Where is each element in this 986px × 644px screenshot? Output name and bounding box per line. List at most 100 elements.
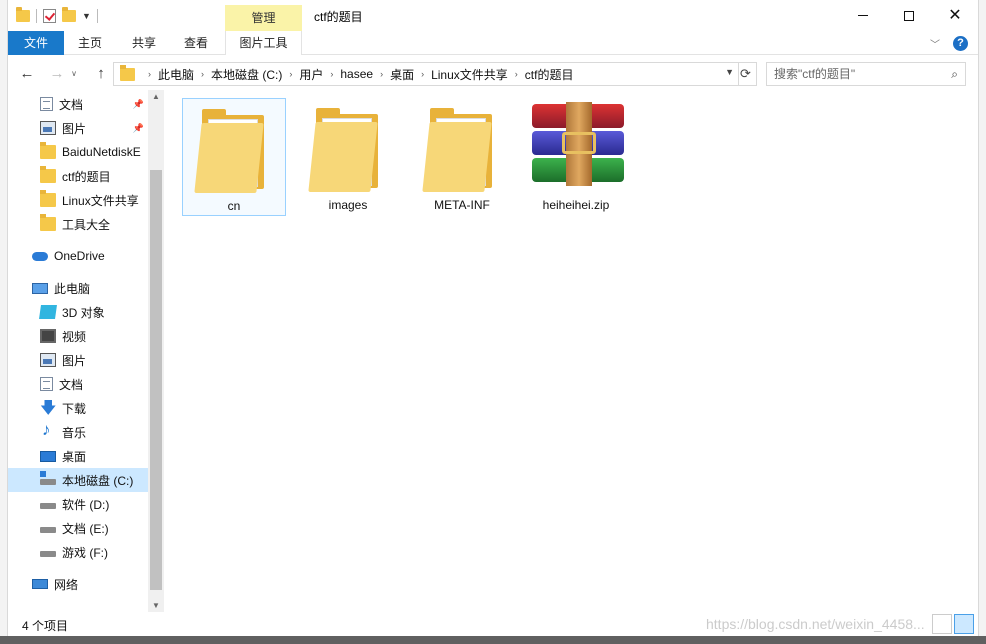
drive-c-icon: [40, 471, 56, 485]
search-input[interactable]: 搜索"ctf的题目" ⌕: [766, 62, 966, 86]
up-button[interactable]: ↑: [90, 64, 112, 84]
desktop-icon: [40, 450, 56, 462]
breadcrumb-item[interactable]: 此电脑: [158, 66, 194, 83]
file-item-images[interactable]: images: [296, 98, 400, 216]
address-bar[interactable]: › 此电脑 › 本地磁盘 (C:) › 用户 › hasee › 桌面 › Li…: [113, 62, 739, 86]
customize-toolbar-icon[interactable]: ▼: [82, 11, 91, 21]
chevron-down-icon[interactable]: ▼: [725, 67, 734, 77]
music-icon: [40, 420, 56, 440]
folder-thumbnail-icon: [194, 105, 274, 195]
chevron-right-icon[interactable]: ›: [148, 69, 151, 79]
sidebar-item-tools[interactable]: 工具大全: [8, 212, 148, 236]
navigation-scrollbar[interactable]: ▲ ▼: [148, 90, 164, 612]
folder-icon: [40, 166, 56, 183]
file-list[interactable]: cn images META-INF heiheihei.zip: [164, 90, 978, 612]
network-icon: [32, 579, 48, 589]
maximize-button[interactable]: [886, 0, 932, 31]
sidebar-item-pictures[interactable]: 图片 📌: [8, 116, 148, 140]
sidebar-item-label: 视频: [62, 329, 87, 344]
explorer-window: ▼ 管理 ctf的题目 ✕ 文件 主页 共享 查看 图片工具 ﹀ ? ← → ∨…: [8, 0, 978, 644]
picture-icon: [40, 121, 56, 135]
breadcrumb-item[interactable]: Linux文件共享: [431, 66, 508, 83]
scroll-down-icon[interactable]: ▼: [152, 601, 160, 610]
sidebar-item-label: OneDrive: [54, 249, 105, 263]
video-icon: [40, 329, 56, 343]
pin-icon[interactable]: 📌: [133, 123, 144, 134]
sidebar-item-music[interactable]: 音乐: [8, 420, 148, 444]
file-item-meta-inf[interactable]: META-INF: [410, 98, 514, 216]
sidebar-item-desktop[interactable]: 桌面: [8, 444, 148, 468]
folder-icon[interactable]: [16, 7, 30, 22]
sidebar-item-drive-d[interactable]: 软件 (D:): [8, 492, 148, 516]
recent-locations-icon[interactable]: ∨: [68, 64, 80, 84]
minimize-icon: [858, 15, 868, 16]
back-button[interactable]: ←: [16, 64, 38, 84]
breadcrumb-item[interactable]: hasee: [340, 67, 373, 81]
sidebar-item-label: 桌面: [62, 449, 87, 464]
sidebar-item-label: 下载: [62, 401, 87, 416]
sidebar-item-3d-objects[interactable]: 3D 对象: [8, 300, 148, 324]
file-item-heiheihei-zip[interactable]: heiheihei.zip: [524, 98, 628, 216]
tab-view[interactable]: 查看: [172, 31, 220, 55]
forward-button[interactable]: →: [46, 64, 68, 84]
sidebar-item-pc-documents[interactable]: 文档: [8, 372, 148, 396]
sidebar-item-videos[interactable]: 视频: [8, 324, 148, 348]
pin-icon[interactable]: 📌: [133, 99, 144, 110]
sidebar-item-downloads[interactable]: 下载: [8, 396, 148, 424]
sidebar-item-label: BaiduNetdiskE: [62, 145, 141, 159]
sidebar-item-pc-pictures[interactable]: 图片: [8, 348, 148, 372]
chevron-right-icon[interactable]: ›: [515, 69, 518, 79]
sidebar-item-baidunetdisk[interactable]: BaiduNetdiskE: [8, 140, 148, 164]
maximize-icon: [904, 10, 914, 21]
properties-icon[interactable]: [43, 9, 56, 23]
breadcrumb-item[interactable]: 本地磁盘 (C:): [211, 66, 282, 83]
sidebar-item-label: 网络: [54, 577, 79, 592]
scrollbar-thumb[interactable]: [150, 170, 162, 590]
tab-home[interactable]: 主页: [66, 31, 114, 55]
ribbon: 文件 主页 共享 查看 图片工具 ﹀ ?: [8, 31, 978, 55]
sidebar-item-drive-e[interactable]: 文档 (E:): [8, 516, 148, 540]
scroll-up-icon[interactable]: ▲: [152, 92, 160, 101]
sidebar-item-label: 软件 (D:): [62, 497, 110, 512]
expand-ribbon-icon[interactable]: ﹀: [930, 36, 940, 51]
document-icon: [40, 97, 53, 111]
sidebar-item-label: 文档: [59, 377, 84, 392]
help-icon[interactable]: ?: [953, 36, 968, 51]
sidebar-item-documents[interactable]: 文档 📌: [8, 92, 148, 116]
chevron-right-icon[interactable]: ›: [330, 69, 333, 79]
sidebar-item-label: 3D 对象: [62, 305, 105, 320]
drive-icon: [40, 527, 56, 533]
address-row: ← → ∨ ↑ › 此电脑 › 本地磁盘 (C:) › 用户 › hasee ›…: [8, 58, 978, 90]
breadcrumb-item[interactable]: 用户: [299, 66, 323, 83]
sidebar-item-ctf[interactable]: ctf的题目: [8, 164, 148, 188]
chevron-right-icon[interactable]: ›: [380, 69, 383, 79]
manage-context-tab[interactable]: 管理: [225, 5, 302, 31]
sidebar-item-onedrive[interactable]: OneDrive: [8, 244, 148, 268]
file-item-cn[interactable]: cn: [182, 98, 286, 216]
tab-picture-tools[interactable]: 图片工具: [225, 31, 302, 55]
chevron-right-icon[interactable]: ›: [289, 69, 292, 79]
close-button[interactable]: ✕: [932, 0, 978, 31]
tab-share[interactable]: 共享: [120, 31, 168, 55]
sidebar-item-label: 游戏 (F:): [62, 545, 108, 560]
large-icons-view-button[interactable]: [954, 614, 974, 634]
search-icon[interactable]: ⌕: [951, 63, 958, 85]
minimize-button[interactable]: [840, 0, 886, 31]
sidebar-item-drive-c[interactable]: 本地磁盘 (C:): [8, 468, 148, 492]
sidebar-item-network[interactable]: 网络: [8, 572, 148, 596]
sidebar-item-drive-f[interactable]: 游戏 (F:): [8, 540, 148, 564]
chevron-right-icon[interactable]: ›: [201, 69, 204, 79]
folder-icon: [422, 104, 502, 194]
sidebar-item-linux-share[interactable]: Linux文件共享: [8, 188, 148, 212]
sidebar-item-this-pc[interactable]: 此电脑: [8, 276, 148, 300]
details-view-button[interactable]: [932, 614, 952, 634]
navigation-pane: 文档 📌 图片 📌 BaiduNetdiskE ctf的题目 Linux文件共享…: [8, 90, 164, 612]
item-count: 4 个项目: [22, 619, 69, 633]
breadcrumb-item[interactable]: 桌面: [390, 66, 414, 83]
new-folder-icon[interactable]: [62, 7, 76, 22]
sidebar-item-label: 本地磁盘 (C:): [62, 473, 134, 488]
tab-file[interactable]: 文件: [8, 31, 64, 55]
refresh-button[interactable]: ⟳: [735, 62, 757, 86]
chevron-right-icon[interactable]: ›: [421, 69, 424, 79]
breadcrumb-item[interactable]: ctf的题目: [525, 66, 574, 83]
